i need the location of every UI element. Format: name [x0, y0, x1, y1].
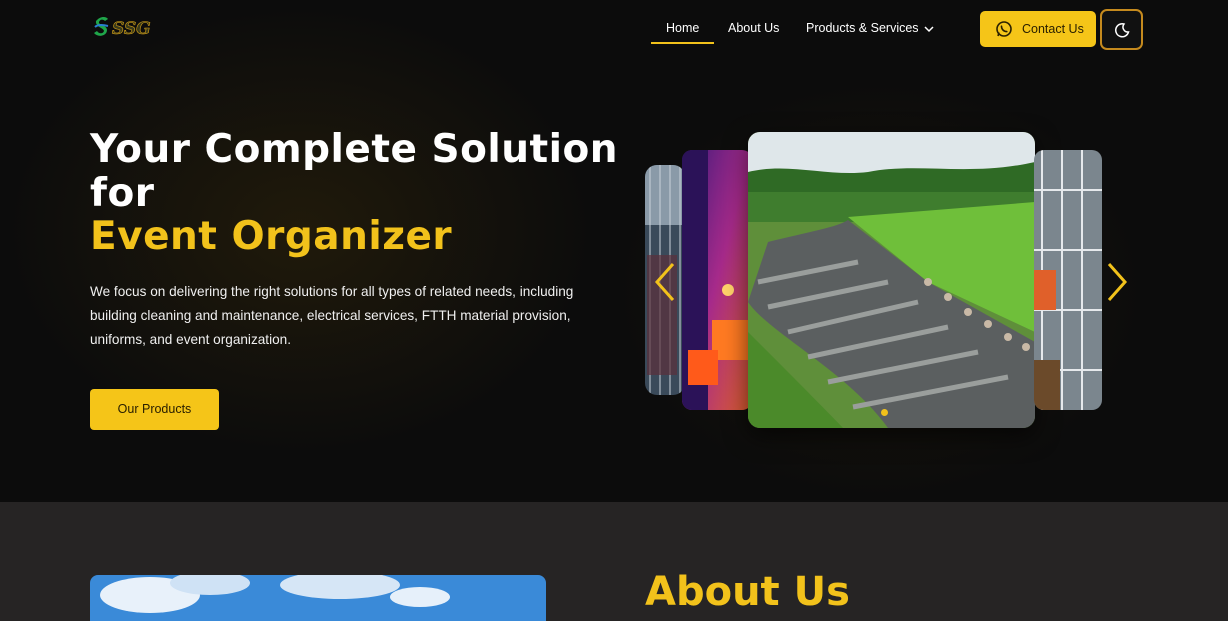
contact-us-button[interactable]: Contact Us	[980, 11, 1096, 47]
hero-title-line-1: Your Complete Solution	[90, 127, 619, 172]
carousel-prev-icon[interactable]	[653, 262, 677, 302]
hero-title-line-2: for	[90, 171, 155, 216]
nav-home[interactable]: Home	[666, 21, 699, 35]
nav-active-underline	[651, 42, 714, 44]
svg-text:SSG: SSG	[112, 19, 151, 39]
moon-icon	[1114, 23, 1130, 38]
our-products-button[interactable]: Our Products	[90, 389, 219, 430]
carousel-dot-active[interactable]	[881, 409, 888, 416]
whatsapp-icon	[996, 21, 1012, 37]
garden-pathway-image	[748, 132, 1035, 428]
ssg-logo[interactable]: SSG	[92, 13, 164, 41]
contact-us-label: Contact Us	[1022, 22, 1084, 36]
theme-toggle-button[interactable]	[1100, 9, 1143, 50]
hero-title-highlight: Event Organizer	[90, 214, 453, 259]
carousel-slide-scaffolding[interactable]	[1034, 150, 1102, 410]
nav-about-us[interactable]: About Us	[728, 21, 779, 35]
scaffolding-image	[1034, 150, 1102, 410]
about-image	[90, 575, 546, 621]
nav-products-services[interactable]: Products & Services	[806, 21, 919, 35]
carousel-slide-garden-active[interactable]	[748, 132, 1035, 428]
sky-image	[90, 575, 546, 621]
carousel-slide-event-hall[interactable]	[682, 150, 752, 410]
event-hall-image	[682, 150, 752, 410]
chevron-down-icon[interactable]	[923, 24, 935, 34]
about-section: About Us	[0, 502, 1228, 621]
hero-description: We focus on delivering the right solutio…	[90, 284, 574, 347]
top-navbar: SSG Home About Us Products & Services Co…	[0, 0, 1228, 60]
about-us-heading: About Us	[645, 569, 850, 615]
carousel-next-icon[interactable]	[1105, 262, 1129, 302]
